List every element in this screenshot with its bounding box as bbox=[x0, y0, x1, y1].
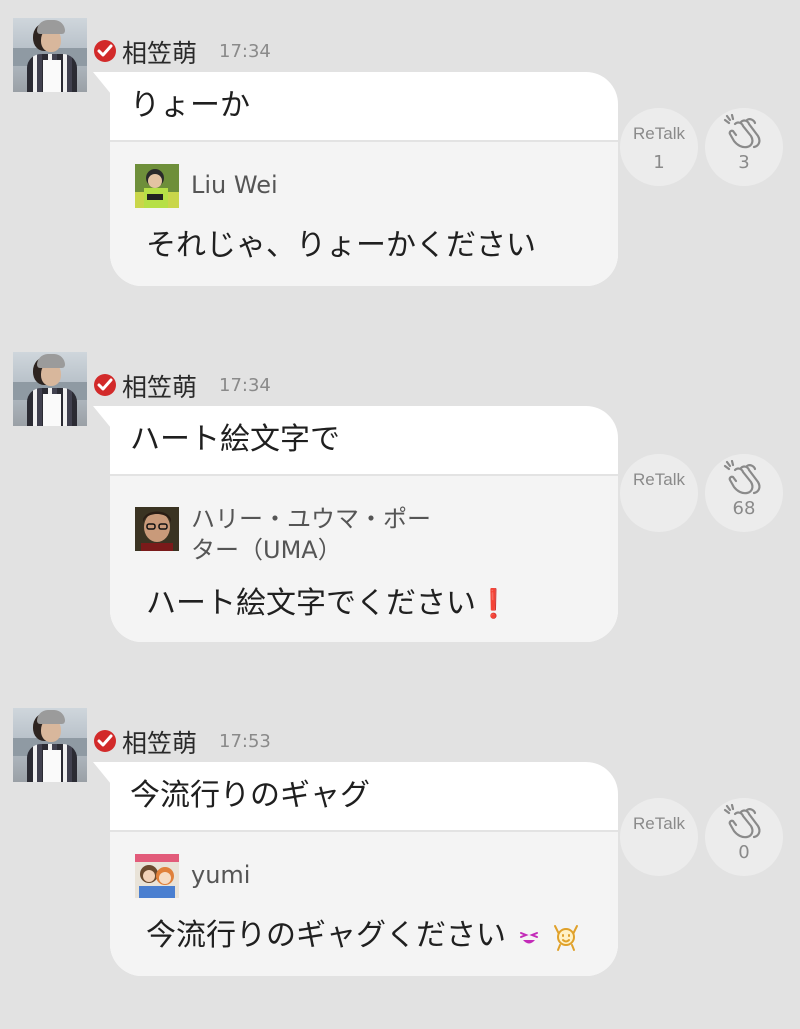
clap-count: 68 bbox=[732, 498, 756, 519]
quote-text: ハート絵文字でください❗ bbox=[146, 578, 511, 622]
message-bubble[interactable]: 今流行りのギャグ yumi 今流行りのギャグください bbox=[110, 762, 618, 976]
grinning-face-icon bbox=[519, 931, 538, 943]
quote-avatar[interactable] bbox=[135, 164, 179, 208]
retalk-button[interactable]: ReTalk 1 bbox=[620, 108, 698, 186]
quote-author-name: ハリー・ユウマ・ポー ター（UMA） bbox=[191, 504, 431, 566]
clapping-hands-icon bbox=[723, 460, 761, 495]
message-text: 今流行りのギャグ bbox=[130, 778, 370, 813]
quote-avatar[interactable] bbox=[135, 854, 179, 898]
message-text: りょーか bbox=[130, 88, 250, 123]
bubble-tail bbox=[93, 72, 111, 94]
quoted-talk[interactable]: ハリー・ユウマ・ポー ター（UMA） ハート絵文字でください❗ bbox=[110, 474, 618, 642]
message-text: ハート絵文字で bbox=[130, 422, 340, 457]
quote-text-body: ハート絵文字でください bbox=[146, 586, 476, 621]
clap-button[interactable]: 3 bbox=[705, 108, 783, 186]
retalk-label: ReTalk bbox=[633, 124, 685, 143]
author-name[interactable]: 相笠萌 bbox=[122, 724, 197, 760]
verified-icon bbox=[94, 374, 116, 396]
quote-author-name-line2: ター（UMA） bbox=[191, 536, 342, 564]
post-time: 17:53 bbox=[219, 731, 271, 752]
retalk-label: ReTalk bbox=[633, 814, 685, 833]
post-1: 相笠萌 17:34 りょーか Liu Wei それじゃ、りょーかください ReT… bbox=[0, 18, 800, 318]
quoted-talk[interactable]: yumi 今流行りのギャグください bbox=[110, 830, 618, 976]
cheering-figure-icon bbox=[554, 924, 579, 951]
clap-count: 0 bbox=[738, 842, 750, 863]
author-avatar[interactable] bbox=[13, 708, 87, 782]
clapping-hands-icon bbox=[723, 804, 761, 839]
message-bubble[interactable]: りょーか Liu Wei それじゃ、りょーかください bbox=[110, 72, 618, 286]
clap-button[interactable]: 68 bbox=[705, 454, 783, 532]
post-2: 相笠萌 17:34 ハート絵文字で ハリー・ユウマ・ポー ター（UMA） ハート… bbox=[0, 352, 800, 652]
author-name[interactable]: 相笠萌 bbox=[122, 34, 197, 70]
retalk-label: ReTalk bbox=[633, 470, 685, 489]
post-time: 17:34 bbox=[219, 375, 271, 396]
message-bubble[interactable]: ハート絵文字で ハリー・ユウマ・ポー ター（UMA） ハート絵文字でください❗ bbox=[110, 406, 618, 642]
clapping-hands-icon bbox=[723, 114, 761, 149]
quote-author-name: yumi bbox=[191, 861, 251, 889]
bubble-tail bbox=[93, 406, 111, 428]
quote-text-body: 今流行りのギャグください bbox=[146, 918, 506, 953]
exclamation-icon: ❗ bbox=[476, 587, 511, 620]
quote-author-name-line1: ハリー・ユウマ・ポー bbox=[191, 505, 431, 533]
quote-author-name: Liu Wei bbox=[191, 171, 278, 199]
verified-icon bbox=[94, 40, 116, 62]
retalk-count: 1 bbox=[653, 152, 665, 173]
post-time: 17:34 bbox=[219, 41, 271, 62]
quoted-talk[interactable]: Liu Wei それじゃ、りょーかください bbox=[110, 140, 618, 286]
author-avatar[interactable] bbox=[13, 18, 87, 92]
author-avatar[interactable] bbox=[13, 352, 87, 426]
verified-icon bbox=[94, 730, 116, 752]
retalk-button[interactable]: ReTalk bbox=[620, 798, 698, 876]
quote-text: それじゃ、りょーかください bbox=[146, 228, 536, 263]
retalk-button[interactable]: ReTalk bbox=[620, 454, 698, 532]
clap-count: 3 bbox=[738, 152, 750, 173]
author-name[interactable]: 相笠萌 bbox=[122, 368, 197, 404]
bubble-tail bbox=[93, 762, 111, 784]
clap-button[interactable]: 0 bbox=[705, 798, 783, 876]
quote-avatar[interactable] bbox=[135, 507, 179, 551]
quote-text: 今流行りのギャグください bbox=[146, 910, 581, 954]
post-3: 相笠萌 17:53 今流行りのギャグ yumi 今流行りのギャグください ReT… bbox=[0, 708, 800, 1008]
